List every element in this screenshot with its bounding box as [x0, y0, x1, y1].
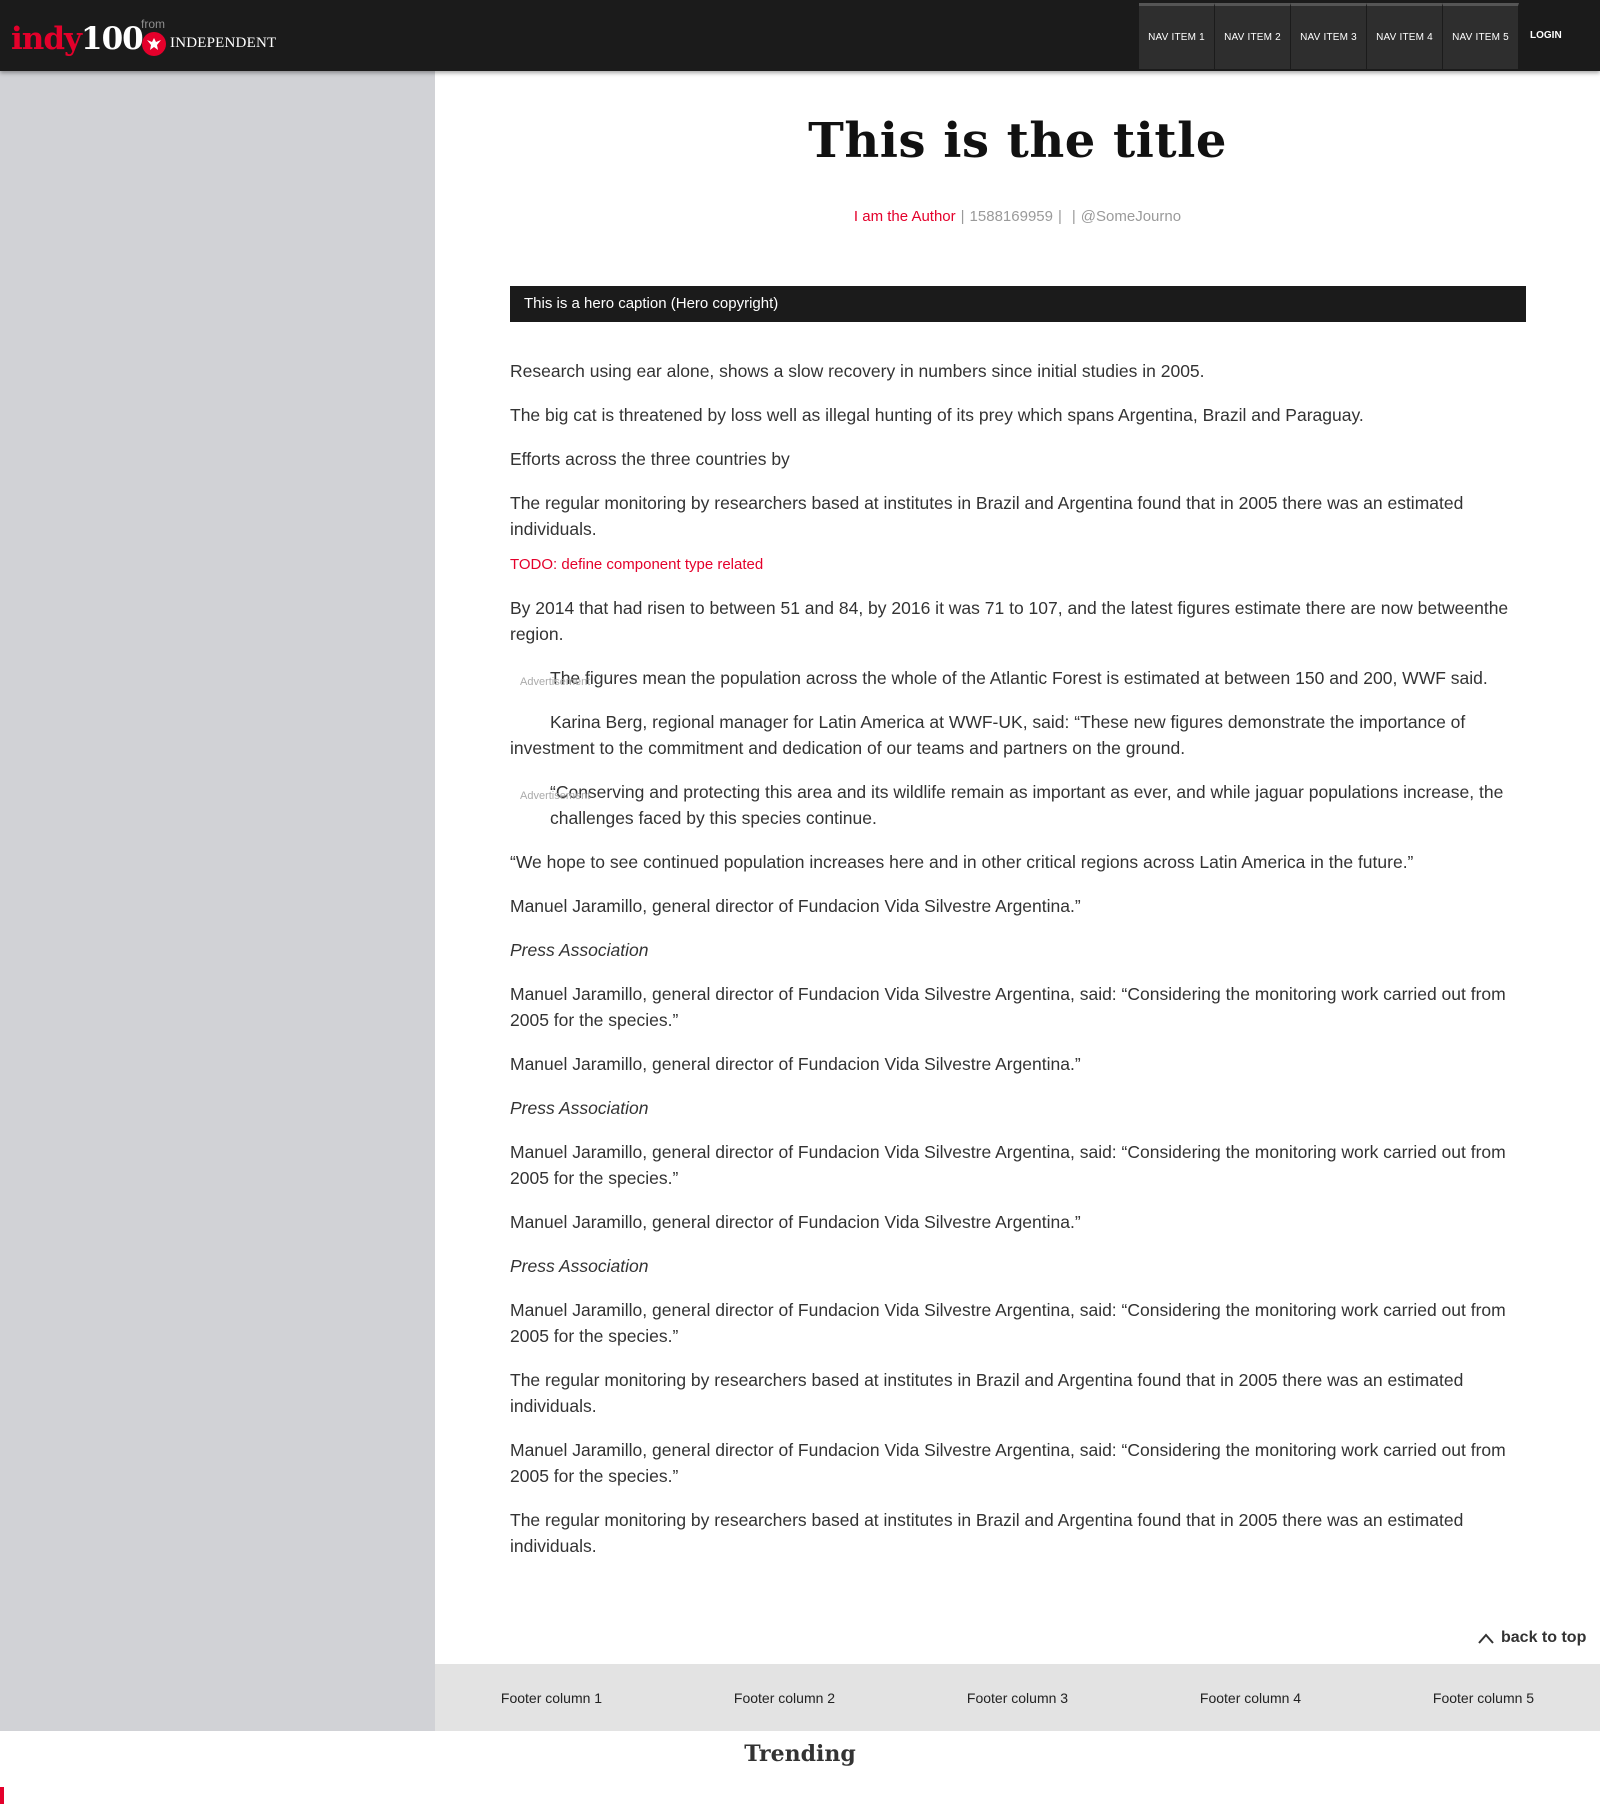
source-credit: Press Association [510, 1098, 649, 1118]
paragraph: Manuel Jaramillo, general director of Fu… [510, 1440, 1506, 1486]
trending-accent-bar [0, 1787, 4, 1804]
main-nav: NAV ITEM 1 NAV ITEM 2 NAV ITEM 3 NAV ITE… [1139, 3, 1519, 69]
nav-item-5[interactable]: NAV ITEM 5 [1443, 3, 1519, 69]
footer-column-3[interactable]: Footer column 3 [907, 1690, 1128, 1706]
paragraph: By 2014 that had risen to between 51 and… [510, 598, 1509, 644]
publish-timestamp: 1588169959 [969, 208, 1053, 225]
twitter-handle[interactable]: @SomeJourno [1081, 208, 1181, 225]
paragraph: The regular monitoring by researchers ba… [510, 493, 1464, 539]
paragraph: The regular monitoring by researchers ba… [510, 1370, 1464, 1416]
nav-item-4[interactable]: NAV ITEM 4 [1367, 3, 1443, 69]
paragraph: The regular monitoring by researchers ba… [510, 1510, 1464, 1556]
nav-item-2[interactable]: NAV ITEM 2 [1215, 3, 1291, 69]
paragraph: “We hope to see continued population inc… [510, 852, 1414, 872]
paragraph: Manuel Jaramillo, general director of Fu… [510, 1054, 1081, 1074]
footer-column-4[interactable]: Footer column 4 [1140, 1690, 1361, 1706]
byline: I am the Author | 1588169959 | | @SomeJourno [853, 208, 1182, 225]
paragraph: The figures mean the population across t… [550, 668, 1488, 688]
footer-column-2[interactable]: Footer column 2 [674, 1690, 895, 1706]
back-to-top-label: back to top [1501, 1629, 1587, 1646]
footer-column-5[interactable]: Footer column 5 [1373, 1690, 1594, 1706]
left-sidebar [0, 71, 435, 1731]
indy100-logo[interactable]: indy 100 [11, 19, 144, 57]
logo-indy-text: indy [11, 21, 82, 57]
paragraph: Manuel Jaramillo, general director of Fu… [510, 1142, 1506, 1188]
source-credit: Press Association [510, 1256, 649, 1276]
paragraph: Manuel Jaramillo, general director of Fu… [510, 984, 1506, 1030]
paragraph: “Conserving and protecting this area and… [550, 782, 1504, 828]
ad-slot: Advertisement The figures mean the popul… [510, 665, 1526, 691]
chevron-up-icon [1477, 1631, 1495, 1645]
hero-caption: This is a hero caption (Hero copyright) [510, 286, 1526, 322]
author-link[interactable]: I am the Author [854, 208, 956, 225]
paragraph: Karina Berg, regional manager for Latin … [510, 712, 1466, 758]
paragraph: Manuel Jaramillo, general director of Fu… [510, 1300, 1506, 1346]
from-label: from [141, 17, 165, 31]
logo-100-text: 100 [81, 21, 144, 57]
trending-heading: Trending [744, 1741, 856, 1767]
article-title: This is the title [808, 113, 1227, 169]
source-credit: Press Association [510, 940, 649, 960]
back-to-top-link[interactable]: back to top [1477, 1629, 1586, 1647]
login-link[interactable]: LOGIN [1530, 30, 1562, 41]
paragraph: Manuel Jaramillo, general director of Fu… [510, 1212, 1081, 1232]
article-body: Research using ear alone, shows a slow r… [510, 358, 1526, 1577]
independent-label: INDEPENDENT [170, 35, 277, 51]
independent-brand[interactable]: from INDEPENDENT [141, 17, 281, 57]
site-header: indy 100 from INDEPENDENT NAV ITEM 1 NAV… [0, 0, 1600, 71]
ad-slot: Advertisement “Conserving and protecting… [510, 779, 1526, 831]
nav-item-1[interactable]: NAV ITEM 1 [1139, 3, 1215, 69]
paragraph: Manuel Jaramillo, general director of Fu… [510, 896, 1081, 916]
article: This is the title I am the Author | 158816… [435, 71, 1600, 1661]
eagle-icon [142, 32, 166, 56]
paragraph: The big cat is threatened by loss well a… [510, 405, 1364, 425]
paragraph: Efforts across the three countries by [510, 449, 790, 469]
footer-column-1[interactable]: Footer column 1 [441, 1690, 662, 1706]
paragraph: Research using ear alone, shows a slow r… [510, 361, 1205, 381]
advertisement-label: Advertisement [520, 676, 591, 688]
advertisement-label: Advertisement [520, 790, 591, 802]
site-footer: Footer column 1 Footer column 2 Footer c… [435, 1664, 1600, 1731]
todo-note: TODO: define component type related [510, 556, 764, 573]
nav-item-3[interactable]: NAV ITEM 3 [1291, 3, 1367, 69]
